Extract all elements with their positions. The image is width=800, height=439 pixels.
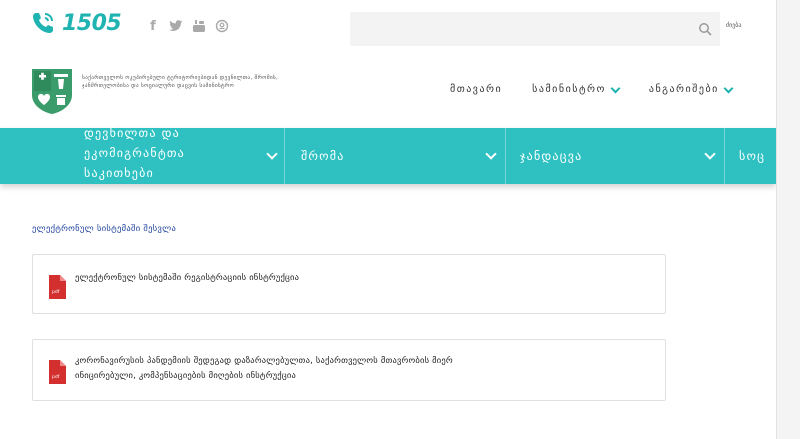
- search-button[interactable]: ძიება: [726, 22, 741, 29]
- social-links: f: [146, 19, 229, 33]
- search-input[interactable]: [350, 12, 720, 46]
- category-label-line2: ეკომიგრანტთა: [84, 146, 185, 160]
- document-title[interactable]: კორონავირუსის პანდემიის შედეგად დაზარალე…: [75, 354, 635, 384]
- odnoklassniki-icon[interactable]: [215, 19, 229, 33]
- category-labour[interactable]: შრომა: [285, 128, 505, 184]
- category-social[interactable]: სოც: [725, 128, 776, 184]
- facebook-icon[interactable]: f: [146, 19, 160, 33]
- chevron-down-icon: [610, 83, 621, 93]
- ministry-logo[interactable]: [30, 67, 74, 115]
- pdf-icon: pdf: [48, 275, 66, 299]
- category-bar: დევნილთა და ეკომიგრანტთა საკითხები შრომა…: [0, 126, 776, 184]
- chevron-down-icon: [266, 148, 278, 160]
- document-card[interactable]: pdf ელექტრონულ სისტემაში რეგისტრაციის ინ…: [32, 254, 666, 314]
- category-healthcare[interactable]: ჯანდაცვა: [506, 128, 724, 184]
- pdf-icon-label: pdf: [52, 374, 60, 380]
- nav-item-label: სამინისტრო: [532, 84, 606, 95]
- hotline-number: 1505: [62, 10, 122, 36]
- search-icon[interactable]: [698, 21, 712, 36]
- top-navigation: მთავარი სამინისტრო ანგარიშები: [450, 83, 734, 95]
- category-label-line1: დევნილთა და: [84, 126, 180, 140]
- document-title[interactable]: ელექტრონულ სისტემაში რეგისტრაციის ინსტრუ…: [75, 271, 299, 286]
- hotline[interactable]: 1505: [30, 10, 122, 36]
- window-scrollbar[interactable]: [776, 0, 800, 439]
- category-label: ჯანდაცვა: [520, 149, 583, 163]
- chevron-down-icon: [485, 148, 497, 160]
- nav-item-ministry[interactable]: სამინისტრო: [532, 83, 621, 95]
- category-label: სოც: [739, 149, 766, 163]
- section-title: ელექტრონულ სისტემაში შესვლა: [32, 224, 177, 234]
- category-label: შრომა: [301, 149, 345, 163]
- chevron-down-icon: [723, 83, 734, 93]
- nav-item-label: მთავარი: [450, 84, 503, 95]
- chevron-down-icon: [704, 148, 716, 160]
- page: 1505 f ძიება საქართველოს ოკუპირებული ტერ…: [0, 0, 776, 439]
- phone-icon: [30, 10, 56, 36]
- youtube-icon[interactable]: [192, 19, 206, 33]
- pdf-icon-label: pdf: [52, 289, 60, 295]
- document-title-line1: კორონავირუსის პანდემიის შედეგად დაზარალე…: [75, 356, 453, 366]
- nav-item-label: ანგარიშები: [648, 84, 719, 95]
- nav-item-reports[interactable]: ანგარიშები: [648, 83, 734, 95]
- category-idp-issues[interactable]: დევნილთა და ეკომიგრანტთა საკითხები: [0, 126, 284, 184]
- category-label-line3: საკითხები: [84, 166, 154, 180]
- nav-item-home[interactable]: მთავარი: [450, 84, 502, 95]
- document-title-line2: ინიცირებული, კომპენსაციების მიღების ინსტ…: [75, 371, 297, 381]
- ministry-name: საქართველოს ოკუპირებული ტერიტორიებიდან დ…: [82, 75, 279, 89]
- pdf-icon: pdf: [48, 360, 66, 384]
- twitter-icon[interactable]: [169, 19, 183, 33]
- document-card[interactable]: pdf კორონავირუსის პანდემიის შედეგად დაზა…: [32, 339, 666, 401]
